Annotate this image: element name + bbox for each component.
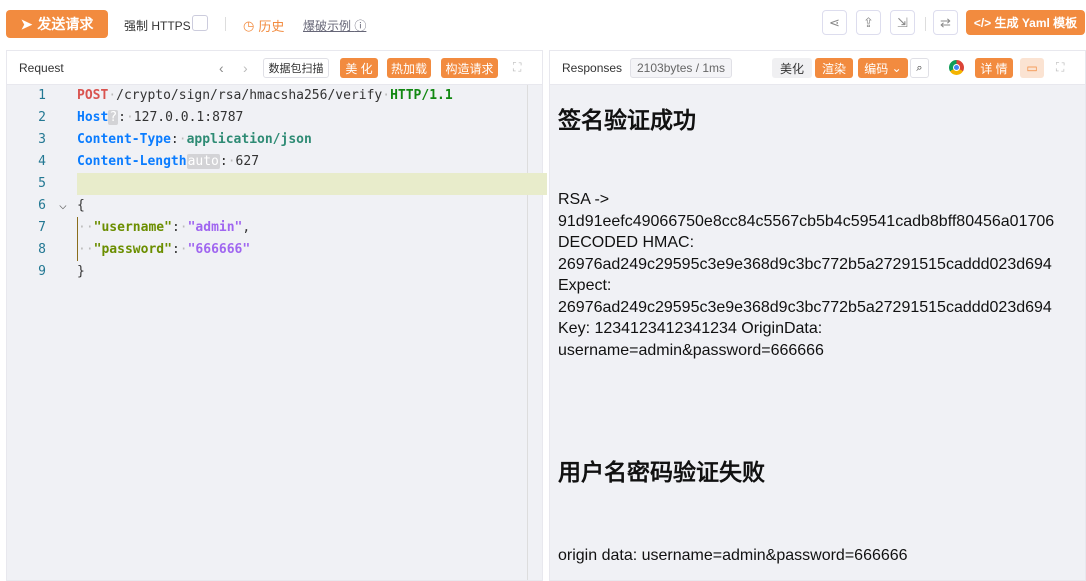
chevron-down-icon: ⌄ [888,61,902,75]
search-icon[interactable]: ⌕ [910,58,929,78]
construct-request-button[interactable]: 构造请求 [441,58,498,78]
swap-icon[interactable]: ⇄ [933,10,958,35]
details-button[interactable]: 详 情 [975,58,1013,78]
response-size-badge: 2103bytes / 1ms [630,58,733,78]
editor-scrollbar[interactable] [527,85,528,580]
fold-chevron-icon[interactable]: ⌵ [59,195,67,217]
request-editor[interactable]: 1 POST·/crypto/sign/rsa/hmacsha256/verify… [7,85,547,283]
history-button[interactable]: ◷ 历史 [243,16,284,35]
packet-scan-button[interactable]: 数据包扫描 [263,58,329,78]
share-icon[interactable]: ⋖ [822,10,847,35]
render-button[interactable]: 渲染 [815,58,853,78]
chrome-icon[interactable] [949,60,964,75]
brute-example-link[interactable]: 爆破示例 ⓘ [303,17,366,34]
request-title: Request [19,60,64,75]
force-https-checkbox[interactable] [192,15,208,31]
response-beautify-button[interactable]: 美化 [772,58,812,78]
send-request-button[interactable]: ➤ 发送请求 [6,10,108,38]
response-panel: Responses 2103bytes / 1ms 美化 渲染 编码 ⌄ ⌕ 详… [549,50,1086,581]
beautify-button[interactable]: 美 化 [340,58,378,78]
encoding-dropdown[interactable]: 编码 ⌄ [858,58,908,78]
force-https-label: 强制 HTTPS [124,19,191,33]
divider [225,17,226,31]
import-icon[interactable]: ⇲ [890,10,915,35]
send-icon: ➤ [20,15,33,32]
back-icon[interactable]: ‹ [219,60,224,76]
comment-icon[interactable]: ▭ [1020,58,1044,78]
fullscreen-icon[interactable]: ⛶ [1056,60,1064,75]
response-rendered-body: 签名验证成功 RSA -> 91d91eefc49066750e8cc84c55… [558,101,1086,567]
clock-icon: ◷ [243,17,255,33]
response-header: Responses 2103bytes / 1ms 美化 渲染 编码 ⌄ ⌕ 详… [550,51,1085,85]
fullscreen-icon[interactable]: ⛶ [513,60,521,75]
response-title: Responses [562,60,623,75]
export-icon[interactable]: ⇪ [856,10,881,35]
generate-yaml-button[interactable]: </> 生成 Yaml 模板 [966,10,1085,35]
request-header: Request ‹ › 数据包扫描 美 化 热加载 构造请求 ⛶ [7,51,542,85]
success-heading: 签名验证成功 [558,107,696,133]
failure-heading: 用户名密码验证失败 [558,459,765,485]
top-toolbar: ➤ 发送请求 强制 HTTPS ◷ 历史 爆破示例 ⓘ ⋖ ⇪ ⇲ ⇄ </> 生成… [0,0,1086,46]
hotload-button[interactable]: 热加载 [387,58,431,78]
request-panel: Request ‹ › 数据包扫描 美 化 热加载 构造请求 ⛶ 1 POST·/… [6,50,547,581]
forward-icon[interactable]: › [243,60,248,76]
divider [925,17,926,31]
help-icon: ⓘ [354,19,367,33]
